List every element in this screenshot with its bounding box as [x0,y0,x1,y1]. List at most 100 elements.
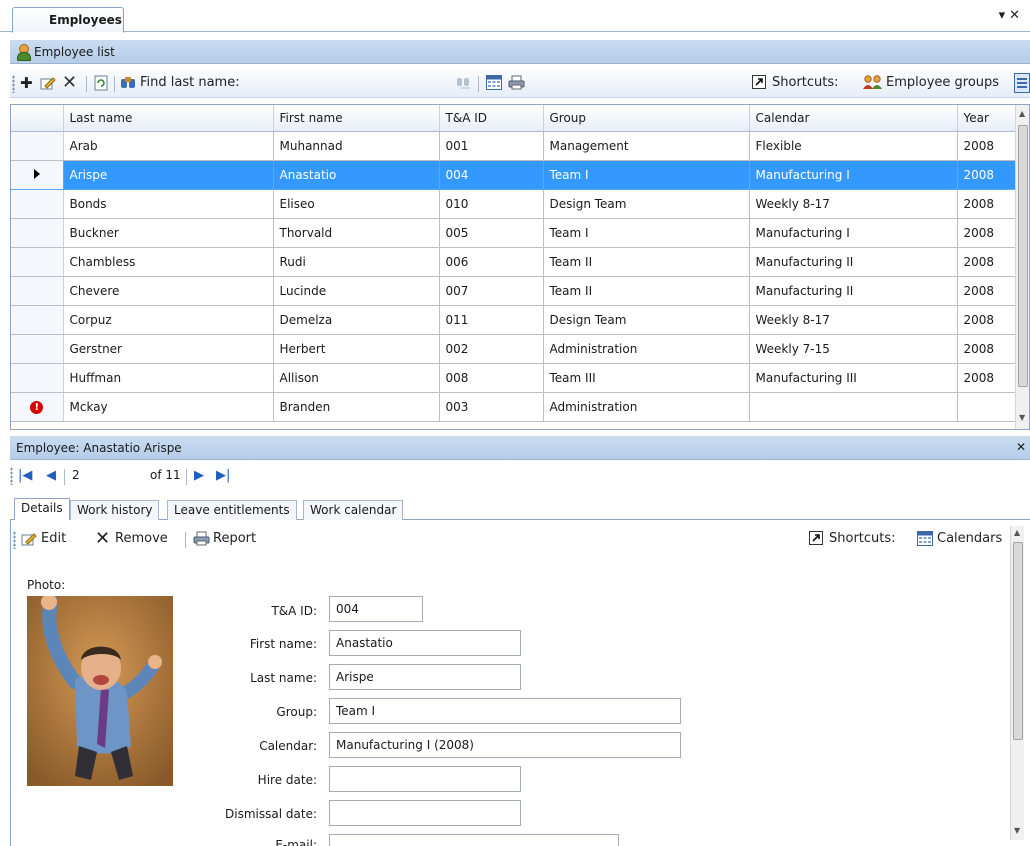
cell-group[interactable]: Design Team [543,189,750,219]
scroll-down-icon[interactable]: ▼ [1014,826,1020,835]
table-row[interactable]: Arispe Anastatio 004 Team I Manufacturing I2… [11,160,1018,190]
table-row[interactable]: Huffman Allison 008 Team III Manufacturing I… [11,363,1018,393]
grid-scroll-thumb[interactable] [1018,125,1028,387]
cell-last-name[interactable]: Arab [63,131,274,161]
cell-calendar[interactable]: Manufacturing I [749,160,958,190]
cell-ta-id[interactable]: 010 [439,189,544,219]
tab-work-history[interactable]: Work history [70,500,160,520]
column-header-ta-id[interactable]: T&A ID [439,105,544,132]
row-indicator[interactable] [11,131,64,161]
table-row[interactable]: ! Mckay Branden 003 Administration [11,392,1018,422]
refresh-icon[interactable] [94,75,108,95]
dismissal-date-field[interactable] [329,800,521,826]
cell-first-name[interactable]: Thorvald [273,218,440,248]
row-indicator[interactable] [11,276,64,306]
calendars-shortcut[interactable]: Calendars [937,531,1002,546]
details-scroll-thumb[interactable] [1013,542,1023,740]
first-name-field[interactable]: Anastatio [329,630,521,656]
first-record-icon[interactable]: |◀ [18,468,32,483]
email-field[interactable] [329,834,619,846]
cell-ta-id[interactable]: 004 [439,160,544,190]
remove-icon[interactable]: ✕ [95,528,110,549]
toolbar-grip[interactable] [12,75,15,93]
row-indicator[interactable] [11,160,64,190]
cell-first-name[interactable]: Eliseo [273,189,440,219]
column-header-last-name[interactable]: Last name [63,105,274,132]
cell-group[interactable]: Administration [543,334,750,364]
column-header-group[interactable]: Group [543,105,750,132]
cell-calendar[interactable] [749,392,958,422]
cell-year[interactable]: 2008 [957,160,1018,190]
next-record-icon[interactable]: ▶ [194,468,204,483]
cell-calendar[interactable]: Manufacturing II [749,276,958,306]
cell-year[interactable]: 2008 [957,305,1018,335]
add-icon[interactable]: ✚ [20,74,33,92]
cell-year[interactable]: 2008 [957,131,1018,161]
table-row[interactable]: Buckner Thorvald 005 Team I Manufacturing I2… [11,218,1018,248]
calendar-field[interactable]: Manufacturing I (2008) [329,732,681,758]
cell-first-name[interactable]: Rudi [273,247,440,277]
table-row[interactable]: Arab Muhannad 001 Management Flexible 2008 [11,131,1018,161]
details-toolbar-grip[interactable] [13,531,16,549]
grid-vertical-scrollbar[interactable]: ▲ ▼ [1015,105,1029,429]
find-last-name-input[interactable] [282,74,452,94]
current-record-input[interactable]: 2 [72,468,80,482]
row-indicator[interactable] [11,305,64,335]
cell-first-name[interactable]: Lucinde [273,276,440,306]
list-view-icon[interactable] [1014,73,1030,97]
tab-work-calendar[interactable]: Work calendar [303,500,404,520]
cell-last-name[interactable]: Corpuz [63,305,274,335]
cell-group[interactable]: Administration [543,392,750,422]
edit-button[interactable]: Edit [41,531,66,546]
cell-calendar[interactable]: Weekly 8-17 [749,189,958,219]
cell-group[interactable]: Design Team [543,305,750,335]
details-vertical-scrollbar[interactable]: ▲ ▼ [1010,526,1024,840]
cell-ta-id[interactable]: 001 [439,131,544,161]
tab-details[interactable]: Details [14,498,70,520]
cell-last-name[interactable]: Chevere [63,276,274,306]
cell-first-name[interactable]: Demelza [273,305,440,335]
report-icon[interactable] [193,531,210,550]
cell-year[interactable]: 2008 [957,247,1018,277]
group-field[interactable]: Team I [329,698,681,724]
document-tab-employees[interactable]: Employees [12,7,124,33]
cell-first-name[interactable]: Allison [273,363,440,393]
tab-leave-entitlements[interactable]: Leave entitlements [167,500,297,520]
table-row[interactable]: Chevere Lucinde 007 Team II Manufacturing II… [11,276,1018,306]
scroll-up-icon[interactable]: ▲ [1014,528,1020,537]
cell-first-name[interactable]: Branden [273,392,440,422]
cell-ta-id[interactable]: 008 [439,363,544,393]
cell-last-name[interactable]: Gerstner [63,334,274,364]
employee-photo[interactable] [27,596,173,786]
cell-ta-id[interactable]: 005 [439,218,544,248]
cell-calendar[interactable]: Manufacturing II [749,247,958,277]
cell-group[interactable]: Team I [543,160,750,190]
last-record-icon[interactable]: ▶| [216,468,230,483]
edit-icon[interactable] [40,75,56,95]
cell-calendar[interactable]: Manufacturing III [749,363,958,393]
cell-first-name[interactable]: Muhannad [273,131,440,161]
table-row[interactable]: Corpuz Demelza 011 Design Team Weekly 8-17 20… [11,305,1018,335]
report-button[interactable]: Report [213,531,256,546]
cell-last-name[interactable]: Buckner [63,218,274,248]
cell-ta-id[interactable]: 007 [439,276,544,306]
cell-ta-id[interactable]: 003 [439,392,544,422]
row-indicator[interactable] [11,363,64,393]
edit-icon[interactable] [21,531,37,551]
cell-year[interactable]: 2008 [957,218,1018,248]
delete-icon[interactable]: ✕ [62,72,77,93]
cell-calendar[interactable]: Weekly 8-17 [749,305,958,335]
cell-last-name[interactable]: Chambless [63,247,274,277]
cell-year[interactable]: 2008 [957,276,1018,306]
find-next-icon[interactable] [456,75,472,93]
navigator-grip[interactable] [10,467,13,485]
employee-groups-icon[interactable] [862,75,884,94]
scroll-up-icon[interactable]: ▲ [1019,109,1025,118]
cell-group[interactable]: Management [543,131,750,161]
cell-last-name[interactable]: Mckay [63,392,274,422]
cell-year[interactable]: 2008 [957,334,1018,364]
row-indicator[interactable] [11,334,64,364]
column-header-year[interactable]: Year [957,105,1018,132]
last-name-field[interactable]: Arispe [329,664,521,690]
row-indicator[interactable]: ! [11,392,64,422]
